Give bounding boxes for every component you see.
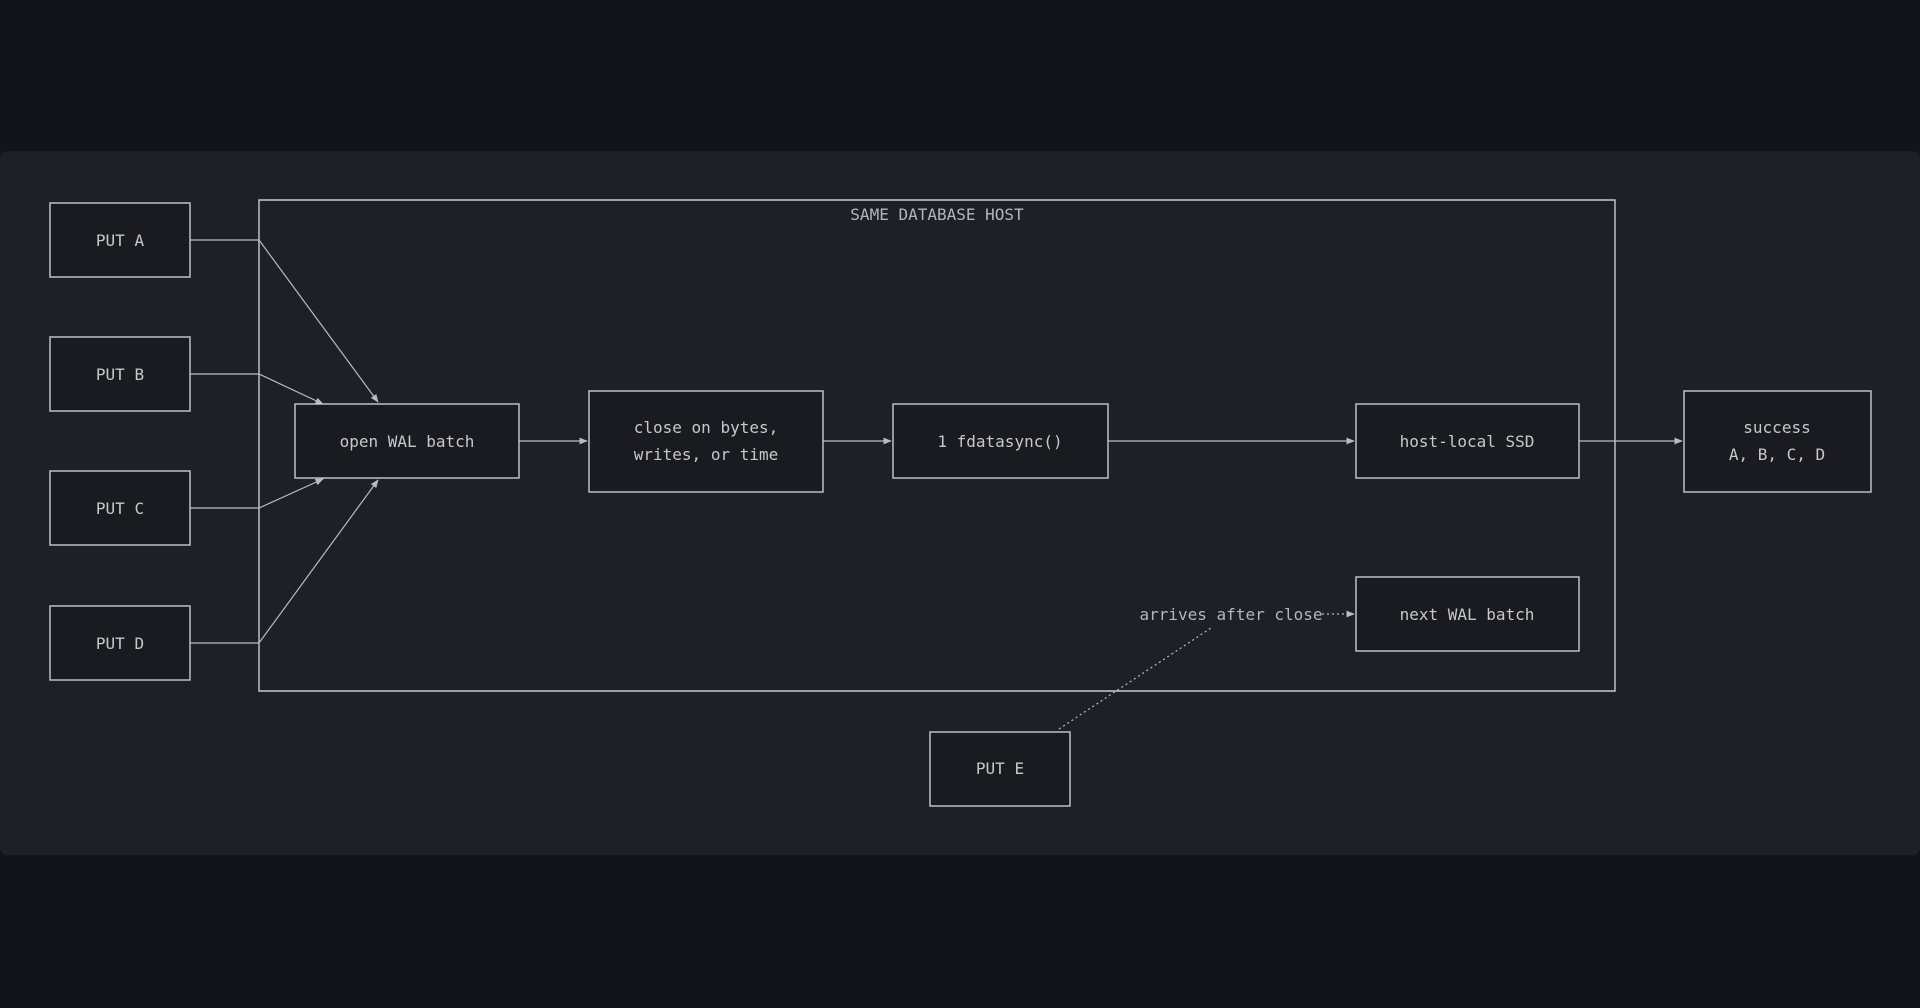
wal-batch-diagram: SAME DATABASE HOST PUT A PUT B PUT C PUT… xyxy=(49,199,1872,807)
node-put-b: PUT B xyxy=(49,336,191,412)
node-fdatasync: 1 fdatasync() xyxy=(892,403,1109,479)
edge-put-b-to-open-batch xyxy=(190,373,324,405)
edge-put-d-to-open-batch xyxy=(190,479,379,644)
node-ssd-label: host-local SSD xyxy=(1400,432,1535,451)
node-put-c: PUT C xyxy=(49,470,191,546)
edge-put-a-to-open-batch xyxy=(190,239,379,403)
node-success: success A, B, C, D xyxy=(1683,390,1872,493)
node-fdatasync-label: 1 fdatasync() xyxy=(937,432,1062,451)
host-label: SAME DATABASE HOST xyxy=(850,205,1024,224)
node-put-a-label: PUT A xyxy=(96,231,145,250)
node-put-c-label: PUT C xyxy=(96,499,144,518)
node-next-batch-label: next WAL batch xyxy=(1400,605,1535,624)
edge-put-c-to-open-batch xyxy=(190,478,324,509)
node-put-d-label: PUT D xyxy=(96,634,144,653)
node-open-batch: open WAL batch xyxy=(294,403,520,479)
node-put-d: PUT D xyxy=(49,605,191,681)
node-success-label-line1: success xyxy=(1743,418,1810,437)
node-put-e-label: PUT E xyxy=(976,759,1024,778)
node-ssd: host-local SSD xyxy=(1355,403,1580,479)
edge-label-late-arrival: arrives after close xyxy=(1139,605,1322,624)
node-close-batch-label-line2: writes, or time xyxy=(634,445,779,464)
node-put-a: PUT A xyxy=(49,202,191,278)
node-close-batch: close on bytes, writes, or time xyxy=(588,390,824,493)
node-success-label-line2: A, B, C, D xyxy=(1729,445,1825,464)
node-next-batch: next WAL batch xyxy=(1355,576,1580,652)
node-close-batch-label-line1: close on bytes, xyxy=(634,418,779,437)
node-open-batch-label: open WAL batch xyxy=(340,432,475,451)
node-put-b-label: PUT B xyxy=(96,365,144,384)
edges xyxy=(190,239,1683,730)
node-put-e: PUT E xyxy=(929,731,1071,807)
edge-put-e-to-label xyxy=(1058,627,1212,730)
